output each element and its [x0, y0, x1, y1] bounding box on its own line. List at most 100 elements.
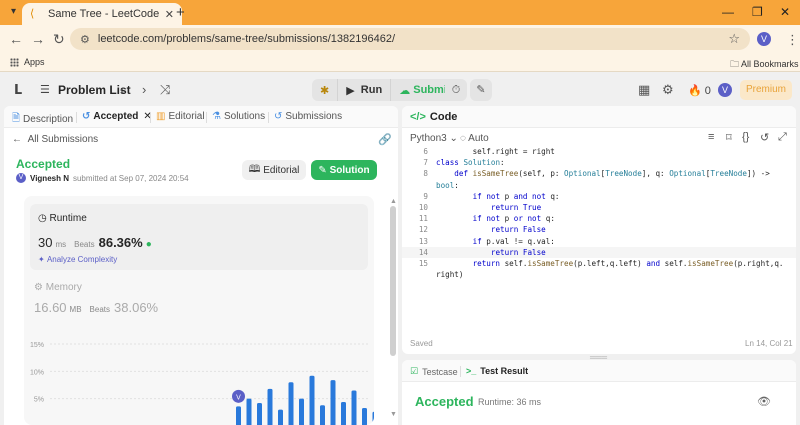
timer-icon[interactable]: ⏱: [445, 79, 467, 101]
tab-test-result[interactable]: >_ Test Result: [466, 366, 528, 376]
url-bar[interactable]: ⚙ leetcode.com/problems/same-tree/submis…: [70, 28, 750, 50]
streak-counter[interactable]: 🔥 0: [688, 84, 711, 97]
tab-description[interactable]: 🗎 Description: [12, 111, 73, 128]
chart-bar[interactable]: [351, 390, 357, 425]
runtime-distribution-chart[interactable]: 15% 10% 5% V: [24, 336, 374, 425]
chart-bar[interactable]: [362, 407, 367, 425]
all-bookmarks[interactable]: 🗀 All Bookmarks: [730, 57, 799, 73]
run-button[interactable]: ▶ Run: [337, 79, 390, 101]
left-scrollbar[interactable]: [390, 206, 396, 356]
runtime-label: Runtime: [49, 213, 87, 224]
code-tab[interactable]: </> Code: [410, 111, 457, 123]
code-line[interactable]: 13 if p.val != q.val:: [402, 236, 796, 247]
code-text: def isSameTree(self, p: Optional[TreeNod…: [454, 169, 770, 179]
problem-list-icon[interactable]: ☰: [40, 83, 50, 96]
chart-bar[interactable]: [288, 382, 294, 425]
reload-icon[interactable]: ↻: [53, 31, 65, 48]
fullscreen-icon[interactable]: ⤢: [778, 131, 787, 144]
bookmark-star-icon[interactable]: ☆: [728, 31, 740, 47]
analyze-complexity-link[interactable]: ✦ Analyze Complexity: [38, 255, 117, 264]
chart-bar[interactable]: [267, 388, 273, 425]
user-avatar[interactable]: V: [718, 83, 732, 97]
chart-bar[interactable]: [257, 403, 262, 425]
code-line[interactable]: 14 return False: [402, 246, 796, 258]
debug-icon[interactable]: ✱: [312, 79, 337, 101]
tab-submissions[interactable]: ↺ Submissions: [274, 111, 342, 122]
code-line[interactable]: 8 def isSameTree(self, p: Optional[TreeN…: [402, 168, 796, 179]
code-line[interactable]: right): [402, 269, 796, 280]
language-value: Python3: [410, 133, 447, 144]
prev-problem-icon[interactable]: ‹: [120, 82, 124, 97]
tab-testcase[interactable]: ☑ Testcase: [410, 366, 458, 377]
chart-bar[interactable]: [278, 409, 283, 425]
code-line[interactable]: 9 if not p and not q:: [402, 191, 796, 202]
shuffle-icon[interactable]: ⤨: [160, 82, 170, 98]
tab-solutions[interactable]: ⚗ Solutions: [212, 111, 265, 122]
submitter-avatar[interactable]: V: [16, 173, 26, 183]
runtime-card[interactable]: ◷ Runtime 30 ms Beats 86.36% ● ✦ Analyze…: [30, 204, 368, 270]
site-info-icon[interactable]: ⚙: [80, 33, 90, 46]
browser-profile-avatar[interactable]: V: [757, 32, 771, 46]
notes-icon[interactable]: ✎: [470, 79, 492, 101]
runtime-header: ◷ Runtime: [38, 213, 87, 224]
reset-code-icon[interactable]: ↺: [760, 131, 769, 144]
premium-button[interactable]: Premium: [740, 80, 792, 100]
tab-divider: [150, 112, 151, 123]
format-icon[interactable]: ≡: [708, 131, 714, 143]
memory-unit: MB: [69, 305, 82, 314]
memory-header[interactable]: ⚙ Memory: [34, 282, 82, 293]
maximize-icon[interactable]: ❐: [752, 5, 763, 19]
runtime-beats-label: Beats: [74, 240, 95, 249]
tab-accepted[interactable]: ↺ Accepted ✕: [82, 111, 152, 122]
bookmark-icon[interactable]: ⌑: [726, 131, 732, 144]
language-select[interactable]: Python3 ⌄: [410, 133, 458, 144]
layout-icon[interactable]: ▦: [638, 82, 650, 98]
forward-icon[interactable]: →: [31, 31, 45, 47]
minimize-icon[interactable]: —: [722, 5, 734, 19]
tab-editorial[interactable]: ▥ Editorial: [156, 111, 205, 122]
solution-button[interactable]: ✎ Solution: [311, 160, 377, 180]
browser-menu-icon[interactable]: ⋮: [786, 32, 799, 48]
code-line[interactable]: bool:: [402, 180, 796, 191]
back-icon[interactable]: ←: [9, 31, 23, 47]
chart-bar[interactable]: [246, 398, 252, 425]
chart-bar[interactable]: [236, 406, 241, 425]
code-line[interactable]: 10 return True: [402, 202, 796, 213]
leetcode-logo-icon[interactable]: ᒪ: [14, 82, 22, 98]
scroll-up-icon[interactable]: ▲: [390, 198, 397, 205]
settings-icon[interactable]: ⚙: [662, 82, 674, 98]
apps-bookmark[interactable]: Apps: [10, 57, 45, 67]
leetcode-header: ᒪ ☰ Problem List ‹ › ⤨ ✱ ▶ Run ☁ Submit …: [0, 72, 800, 106]
tab-search-icon[interactable]: ▾: [11, 6, 16, 17]
braces-icon[interactable]: {}: [742, 131, 749, 143]
code-editor[interactable]: 6 self.right = right 7 class Solution: 8 de…: [402, 146, 796, 336]
code-line[interactable]: 15 return self.isSameTree(p.left,q.left)…: [402, 258, 796, 269]
close-window-icon[interactable]: ✕: [780, 5, 790, 19]
chart-bar[interactable]: [309, 375, 315, 425]
new-tab-button[interactable]: +: [176, 4, 185, 21]
chart-bar[interactable]: [341, 401, 346, 425]
tab-test-result-label: Test Result: [480, 366, 529, 376]
eye-icon[interactable]: 👁: [757, 395, 771, 408]
auto-mode-toggle[interactable]: ◌ Auto: [460, 133, 489, 144]
code-line[interactable]: 11 if not p or not q:: [402, 213, 796, 224]
browser-tab[interactable]: ⟨ Same Tree - LeetCode ✕: [22, 3, 182, 25]
next-problem-icon[interactable]: ›: [142, 82, 146, 97]
all-submissions-link[interactable]: ← All Submissions: [12, 134, 98, 145]
share-link-icon[interactable]: 🔗: [378, 133, 392, 146]
code-line[interactable]: 7 class Solution:: [402, 157, 796, 168]
clock-icon: ◷: [38, 213, 50, 224]
tab-close-icon[interactable]: ✕: [165, 8, 174, 21]
url-text[interactable]: leetcode.com/problems/same-tree/submissi…: [98, 33, 728, 45]
scroll-down-icon[interactable]: ▼: [390, 411, 397, 418]
edit-icon: ✎: [318, 164, 330, 176]
chart-bar[interactable]: [299, 398, 304, 425]
chart-bar[interactable]: [330, 380, 336, 425]
code-line[interactable]: 6 self.right = right: [402, 146, 796, 157]
code-line[interactable]: 12 return False: [402, 224, 796, 235]
editorial-button[interactable]: 🕮 Editorial: [242, 160, 306, 180]
chart-bar[interactable]: [320, 405, 325, 425]
folder-icon: 🗀: [730, 59, 742, 69]
chart-bar[interactable]: [372, 411, 375, 425]
submitter-name[interactable]: Vignesh N: [30, 174, 69, 183]
